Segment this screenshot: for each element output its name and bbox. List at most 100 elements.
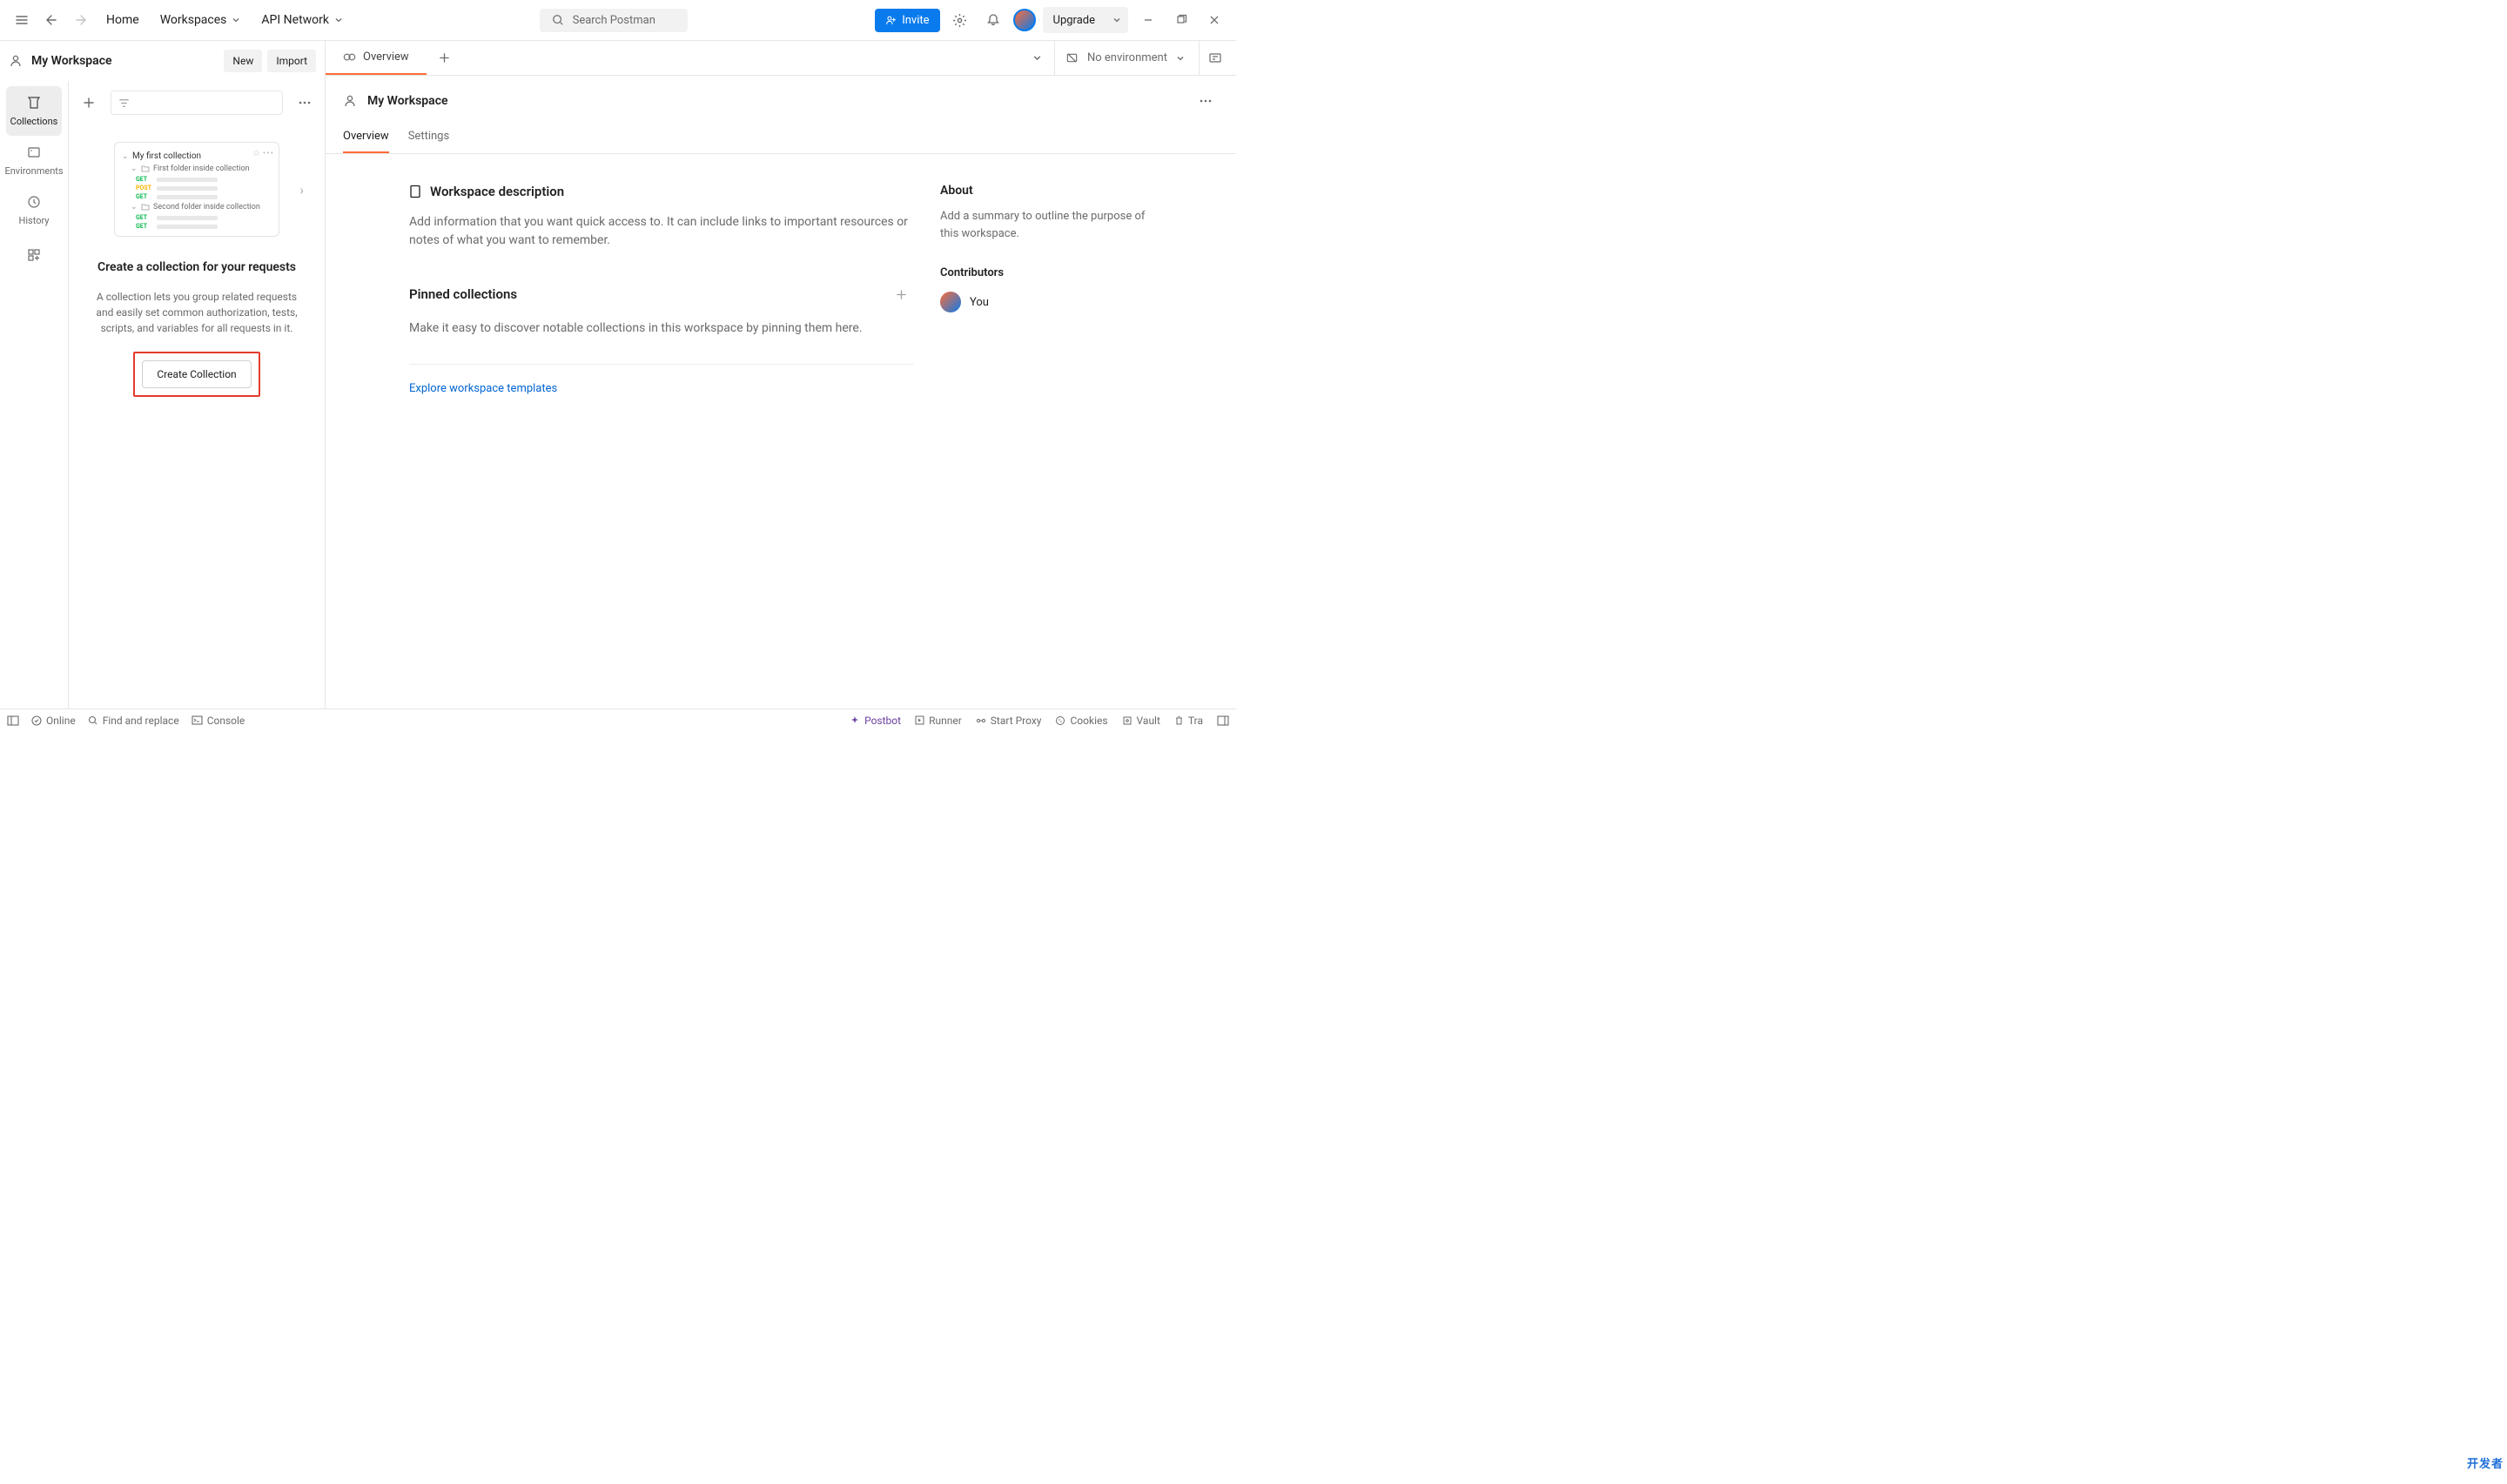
tabs-row: Overview No environment: [326, 41, 1236, 76]
rail-environments[interactable]: Environments: [6, 136, 62, 185]
content-body: Workspace description Add information th…: [326, 154, 1236, 413]
subtab-settings[interactable]: Settings: [408, 123, 449, 153]
cookie-icon: [1055, 715, 1065, 726]
upgrade-group: Upgrade: [1043, 7, 1128, 33]
checkmark-circle-icon: [31, 715, 42, 726]
user-avatar[interactable]: [1013, 9, 1036, 31]
tab-add[interactable]: [427, 41, 462, 75]
footer-cookies-label: Cookies: [1070, 715, 1107, 727]
illustration: ☆ ••• ⌄My first collection ⌄First folder…: [114, 142, 279, 237]
footer-right: Postbot Runner Start Proxy Cookies Vault…: [850, 715, 1229, 727]
back-icon[interactable]: [38, 7, 64, 33]
import-button[interactable]: Import: [267, 50, 316, 72]
header-center: Search Postman: [355, 9, 871, 32]
footer-layout-toggle[interactable]: [1217, 715, 1229, 726]
create-collection-button[interactable]: Create Collection: [142, 360, 251, 388]
pin-add-icon[interactable]: [888, 281, 914, 307]
sidebar-toolbar: [69, 81, 325, 124]
grid-plus-icon: [26, 247, 42, 263]
tab-overview-label: Overview: [363, 50, 409, 64]
history-icon: [26, 194, 42, 210]
workspace-desc-heading: Workspace description: [409, 184, 914, 199]
illus-get: GET: [136, 176, 153, 183]
invite-button[interactable]: Invite: [875, 9, 939, 32]
environment-quicklook[interactable]: [1199, 41, 1231, 75]
person-icon: [9, 54, 23, 68]
chevron-down-icon: [1176, 54, 1185, 63]
footer-cookies[interactable]: Cookies: [1055, 715, 1107, 727]
subtab-overview[interactable]: Overview: [343, 123, 389, 153]
footer-console[interactable]: Console: [192, 715, 245, 727]
rail-history[interactable]: History: [6, 185, 62, 235]
rail-configure[interactable]: [6, 238, 62, 272]
window-maximize-icon[interactable]: [1168, 7, 1194, 33]
workspace-desc-label: Workspace description: [430, 184, 564, 199]
workspace-title-label: My Workspace: [31, 54, 112, 68]
footer-postbot-label: Postbot: [864, 715, 901, 727]
nav-api-network[interactable]: API Network: [252, 8, 352, 32]
illustration-card: ☆ ••• ⌄My first collection ⌄First folder…: [114, 142, 279, 237]
tab-overview[interactable]: Overview: [326, 41, 427, 75]
footer-panel-toggle[interactable]: [7, 715, 19, 726]
sub-tabs: Overview Settings: [326, 123, 1236, 154]
content-title-label: My Workspace: [367, 94, 448, 108]
content-more-icon[interactable]: [1193, 88, 1219, 114]
filter-icon: [118, 97, 130, 109]
explore-templates-link[interactable]: Explore workspace templates: [409, 382, 914, 395]
empty-heading: Create a collection for your requests: [89, 259, 305, 277]
footer-vault-label: Vault: [1137, 715, 1160, 727]
footer-online-label: Online: [46, 715, 76, 727]
create-collection-highlight: Create Collection: [133, 352, 259, 397]
empty-state: ☆ ••• ⌄My first collection ⌄First folder…: [69, 124, 325, 708]
no-env-icon: [1065, 51, 1079, 64]
footer-runner-label: Runner: [929, 715, 962, 727]
workspace-desc-body[interactable]: Add information that you want quick acce…: [409, 213, 914, 250]
vault-icon: [1122, 715, 1133, 726]
workspace-title[interactable]: My Workspace: [9, 54, 112, 68]
about-body[interactable]: Add a summary to outline the purpose of …: [940, 208, 1158, 242]
contributor-avatar: [940, 292, 961, 312]
footer-trash[interactable]: Tra: [1174, 715, 1203, 727]
more-icon[interactable]: [292, 90, 318, 116]
settings-icon[interactable]: [947, 7, 973, 33]
footer-find[interactable]: Find and replace: [88, 715, 179, 727]
environment-selector[interactable]: No environment: [1054, 41, 1195, 75]
footer-online[interactable]: Online: [31, 715, 76, 727]
filter-input[interactable]: [111, 91, 283, 115]
upgrade-button[interactable]: Upgrade: [1043, 9, 1106, 32]
main-area: Overview No environment My: [326, 41, 1236, 708]
footer-postbot[interactable]: Postbot: [850, 715, 901, 727]
left-row: Collections Environments History: [0, 81, 325, 708]
status-bar: Online Find and replace Console Postbot …: [0, 708, 1236, 731]
header-right: Invite Upgrade: [875, 7, 1227, 33]
rail-collections[interactable]: Collections: [6, 86, 62, 136]
window-minimize-icon[interactable]: [1135, 7, 1161, 33]
add-icon[interactable]: [76, 90, 102, 116]
footer-proxy-label: Start Proxy: [991, 715, 1042, 727]
upgrade-chevron[interactable]: [1106, 7, 1128, 33]
nav-home[interactable]: Home: [97, 8, 148, 32]
window-close-icon[interactable]: [1201, 7, 1227, 33]
footer-vault[interactable]: Vault: [1122, 715, 1160, 727]
contributor-you[interactable]: You: [940, 292, 1158, 312]
invite-label: Invite: [902, 14, 929, 27]
search-input[interactable]: Search Postman: [540, 9, 688, 32]
header-left: Home Workspaces API Network: [9, 7, 352, 33]
nav-workspaces[interactable]: Workspaces: [151, 8, 250, 32]
footer-proxy[interactable]: Start Proxy: [976, 715, 1042, 727]
notifications-icon[interactable]: [980, 7, 1006, 33]
hamburger-icon[interactable]: [9, 7, 35, 33]
rail-environments-label: Environments: [4, 165, 63, 177]
nav-workspaces-label: Workspaces: [160, 13, 227, 27]
contributors-heading: Contributors: [940, 266, 1158, 279]
forward-icon[interactable]: [68, 7, 94, 33]
chevron-down-icon: [1032, 53, 1042, 63]
env-quicklook-icon: [1208, 51, 1222, 65]
tabs-chevron[interactable]: [1025, 45, 1051, 71]
chevron-down-icon: [334, 16, 343, 24]
footer-runner[interactable]: Runner: [915, 715, 962, 727]
content-side-column: About Add a summary to outline the purpo…: [940, 184, 1158, 395]
console-icon: [192, 715, 203, 725]
new-button[interactable]: New: [224, 50, 262, 72]
rail-history-label: History: [19, 215, 50, 226]
